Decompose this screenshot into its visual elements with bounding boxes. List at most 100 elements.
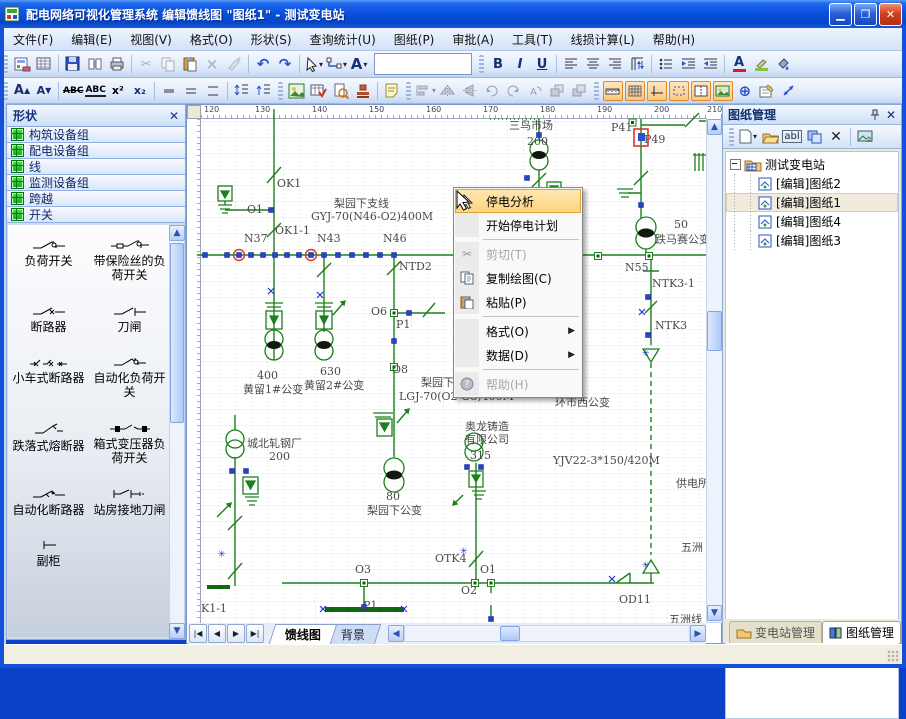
diagram-label[interactable]: 200 (269, 450, 290, 463)
master-auto-breaker[interactable]: 自动化断路器 (8, 488, 89, 518)
page-tab-feeder[interactable]: 馈线图 (269, 624, 338, 644)
menu-item-format[interactable]: 格式(O) ▶ (455, 319, 581, 343)
rotate-left-button[interactable] (482, 81, 502, 101)
master-box-transformer-switch[interactable]: 箱式变压器负荷开关 (89, 422, 170, 466)
paste-button[interactable] (180, 54, 200, 74)
diagram-label[interactable]: 三鸟市场 (509, 117, 553, 133)
diagram-label[interactable]: OD11 (619, 593, 651, 606)
master-aux-cabinet[interactable]: 副柜 (8, 539, 89, 569)
menu-query-stats[interactable]: 查询统计(U) (301, 28, 385, 51)
tree-node-substation[interactable]: 测试变电站 (726, 155, 898, 174)
master-fused-load-switch[interactable]: 带保险丝的负荷开关 (89, 239, 170, 283)
rotate-text-button[interactable]: A (526, 81, 546, 101)
canvas-scroll-up-icon[interactable]: ▲ (707, 119, 722, 135)
diagram-label[interactable]: O6 (371, 305, 387, 318)
stencil-group-construction[interactable]: 构筑设备组 (7, 127, 185, 143)
diagram-label[interactable]: NTK3 (655, 319, 687, 332)
strikethrough-button[interactable]: ABC (63, 81, 83, 101)
toolbar-grip[interactable] (406, 82, 411, 100)
toggle-background-button[interactable] (713, 81, 733, 101)
menu-shape[interactable]: 形状(S) (242, 28, 301, 51)
double-underline-button[interactable]: ABC (85, 81, 105, 101)
diagram-label[interactable]: 有限公司 (465, 431, 509, 447)
canvas-scroll-right-icon[interactable]: ▶ (690, 625, 706, 642)
pointer-tool-button[interactable]: ▾ (304, 54, 324, 74)
redo-button[interactable]: ↷ (275, 54, 295, 74)
resize-grip[interactable] (887, 650, 900, 663)
diagram-label[interactable]: 315 (470, 449, 491, 462)
connector-tool-button[interactable]: ▾ (326, 54, 347, 74)
diagram-label[interactable]: O1 (480, 563, 496, 576)
menu-view[interactable]: 视图(V) (121, 28, 181, 51)
canvas-hscrollbar[interactable] (404, 625, 690, 642)
menu-edit[interactable]: 编辑(E) (62, 28, 121, 51)
diagram-label[interactable]: 供电所 (676, 475, 709, 491)
toggle-guides-button[interactable] (647, 81, 667, 101)
align-center-button[interactable] (583, 54, 603, 74)
canvas-hscrollbar-thumb[interactable] (500, 626, 520, 641)
fill-color-button[interactable] (773, 54, 793, 74)
bring-to-front-button[interactable] (548, 81, 568, 101)
diagram-label[interactable]: OTK4 (435, 552, 467, 565)
export-image-button[interactable] (855, 127, 875, 147)
format-painter-button[interactable] (224, 54, 244, 74)
diagram-label[interactable]: N37 (244, 232, 268, 245)
bold-button[interactable]: B (488, 54, 508, 74)
text-tool-button[interactable]: A▾ (349, 54, 369, 74)
menu-format[interactable]: 格式(O) (181, 28, 242, 51)
pin-icon[interactable] (870, 109, 880, 121)
spacing-tight-button[interactable] (159, 81, 179, 101)
copy-button[interactable] (158, 54, 178, 74)
master-knife-switch[interactable]: 刀闸 (89, 305, 170, 335)
underline-button[interactable]: U (532, 54, 552, 74)
table-check-button[interactable] (309, 81, 329, 101)
tree-node-sheet4[interactable]: [编辑]图纸4 (726, 212, 898, 231)
diagram-label[interactable]: O3 (355, 563, 371, 576)
diagram-label[interactable]: O2 (461, 584, 477, 597)
master-load-switch[interactable]: 负荷开关 (8, 239, 89, 283)
pan-zoom-button[interactable]: ⊕ (735, 81, 755, 101)
canvas-vscrollbar-thumb[interactable] (707, 311, 722, 351)
diagram-label[interactable]: N55 (625, 261, 649, 274)
cut-button[interactable]: ✂ (136, 54, 156, 74)
diagram-label[interactable]: P41 (611, 121, 632, 134)
para-spacing-up-button[interactable] (254, 81, 274, 101)
diagram-label[interactable]: OK1 (277, 177, 301, 190)
stencil-group-monitor[interactable]: 监测设备组 (7, 175, 185, 191)
copy-sheet-button[interactable] (804, 127, 824, 147)
stencil-group-distribution[interactable]: 配电设备组 (7, 143, 185, 159)
print-preview-button[interactable] (85, 54, 105, 74)
diagram-label[interactable]: OK1-1 (275, 224, 310, 237)
minimize-button[interactable]: ▁ (829, 3, 852, 26)
note-button[interactable] (382, 81, 402, 101)
menu-line-loss[interactable]: 线损计算(L) (562, 28, 644, 51)
diagram-label[interactable]: GYJ-70(N46-O2)400M (311, 210, 433, 223)
tab-substation-manager[interactable]: 变电站管理 (729, 621, 822, 643)
first-page-button[interactable]: |◀ (189, 624, 207, 643)
diagram-label[interactable]: YJV22-3*150/420M (553, 454, 660, 467)
spacing-normal-button[interactable] (181, 81, 201, 101)
diagram-label[interactable]: 梨园下支线 (334, 195, 389, 211)
decrease-indent-button[interactable] (678, 54, 698, 74)
undo-button[interactable]: ↶ (253, 54, 273, 74)
tree-node-sheet1-selected[interactable]: [编辑]图纸1 (726, 193, 898, 212)
send-to-back-button[interactable] (570, 81, 590, 101)
diagram-label[interactable]: 黄留2#公变 (304, 377, 364, 393)
toggle-page-breaks-button[interactable] (691, 81, 711, 101)
resize-tool-button[interactable] (779, 81, 799, 101)
delete-button[interactable]: × (202, 54, 222, 74)
new-sheet-button[interactable]: ▾ (738, 127, 758, 147)
menu-sheet[interactable]: 图纸(P) (385, 28, 444, 51)
diagram-label[interactable]: 50 (674, 218, 688, 231)
table-button[interactable] (34, 54, 54, 74)
insert-picture-button[interactable] (287, 81, 307, 101)
menu-item-start-outage-plan[interactable]: 开始停电计划 (455, 213, 581, 237)
master-station-ground-switch[interactable]: 站房接地刀闸 (89, 488, 170, 518)
diagram-label[interactable]: P1 (396, 318, 410, 331)
open-sheet-button[interactable] (760, 127, 780, 147)
stencil-group-line[interactable]: 线 (7, 159, 185, 175)
master-dropout-fuse[interactable]: 跌落式熔断器 (8, 422, 89, 466)
menu-tools[interactable]: 工具(T) (503, 28, 562, 51)
vertical-align-button[interactable] (627, 54, 647, 74)
grow-font-button[interactable]: A▲ (12, 81, 32, 101)
